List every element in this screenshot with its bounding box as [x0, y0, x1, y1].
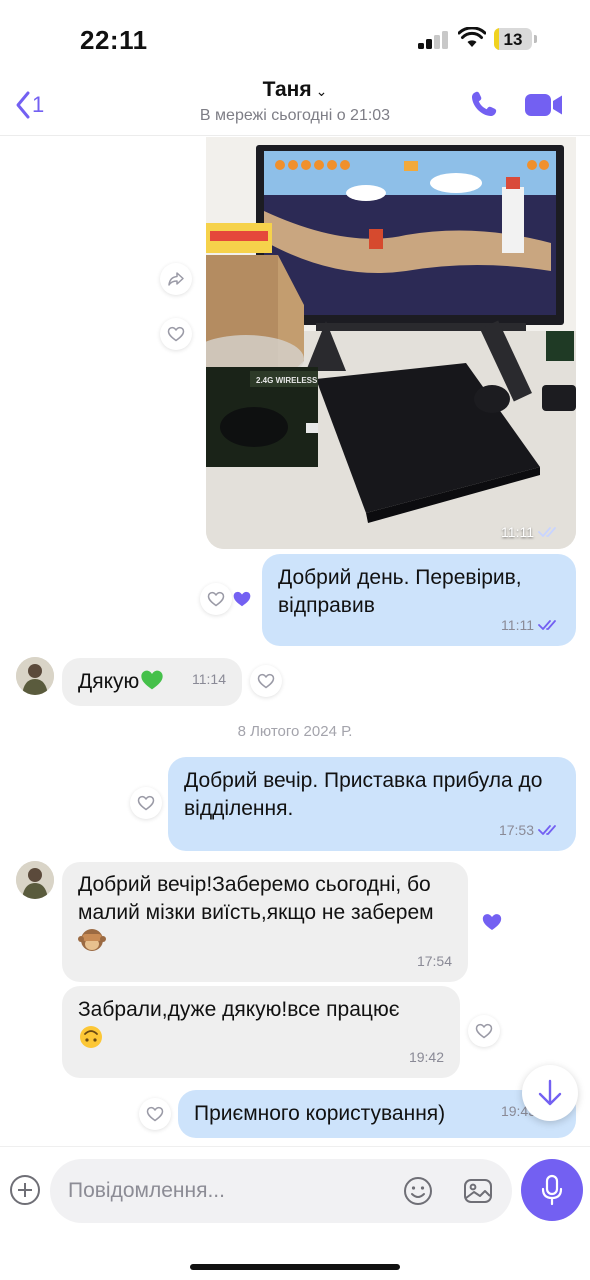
- cellular-signal-icon: [418, 31, 450, 49]
- svg-text:2.4G WIRELESS: 2.4G WIRELESS: [256, 376, 318, 385]
- forward-button[interactable]: [160, 263, 192, 295]
- contact-status: В мережі сьогодні о 21:03: [199, 107, 391, 124]
- status-bar: 22:11 13: [0, 0, 590, 74]
- message-time: 11:11: [501, 617, 534, 633]
- home-indicator: [190, 1264, 400, 1270]
- like-button[interactable]: [130, 787, 162, 819]
- incoming-message[interactable]: Добрий вечір!Заберемо сьогодні, бо малий…: [62, 862, 468, 982]
- chat-header: 1 Таня ⌄ В мережі сьогодні о 21:03: [0, 74, 590, 136]
- battery-icon: 13: [494, 28, 532, 50]
- double-check-icon: [538, 825, 556, 835]
- message-time: 19:42: [408, 1049, 444, 1065]
- photo-image: 2.4G WIRELESS: [206, 137, 576, 549]
- message-time: 11:14: [192, 671, 226, 687]
- forward-icon: [168, 272, 184, 286]
- message-text: Забрали,дуже дякую!все працює: [78, 998, 400, 1021]
- avatar[interactable]: [16, 861, 54, 899]
- arrow-down-icon: [538, 1079, 562, 1106]
- heart-filled-icon: [482, 914, 502, 930]
- plus-icon[interactable]: [10, 1175, 40, 1205]
- like-button[interactable]: [468, 1015, 500, 1047]
- message-input-box[interactable]: [50, 1159, 512, 1223]
- incoming-message[interactable]: Дякую 11:14: [62, 658, 242, 706]
- heart-icon: [475, 1023, 493, 1039]
- message-input[interactable]: [68, 1177, 388, 1205]
- outgoing-message[interactable]: Добрий день. Перевірив, відправив 11:11: [262, 554, 576, 646]
- contact-name: Таня: [262, 78, 312, 101]
- message-composer: [0, 1146, 590, 1280]
- photo-time: 11:11: [501, 524, 560, 540]
- like-button[interactable]: [139, 1098, 171, 1130]
- see-no-evil-monkey-emoji: [78, 929, 106, 951]
- double-check-icon: [538, 527, 556, 537]
- back-chevron-icon: [16, 91, 30, 119]
- sticker-icon[interactable]: [402, 1175, 434, 1207]
- heart-icon: [137, 795, 155, 811]
- heart-icon: [146, 1106, 164, 1122]
- double-check-icon: [538, 620, 556, 630]
- avatar[interactable]: [16, 657, 54, 695]
- microphone-button[interactable]: [521, 1159, 583, 1221]
- photo-message[interactable]: 2.4G WIRELESS 11:11: [206, 137, 576, 549]
- unread-count: 1: [32, 92, 45, 117]
- heart-icon: [207, 591, 225, 607]
- phone-icon[interactable]: [468, 88, 500, 120]
- contact-info[interactable]: Таня ⌄ В мережі сьогодні о 21:03: [150, 78, 440, 125]
- heart-filled-icon: [233, 591, 251, 607]
- chevron-down-icon: ⌄: [315, 83, 328, 99]
- battery-cap: [534, 35, 537, 43]
- upside-down-face-emoji: [80, 1026, 102, 1048]
- outgoing-message[interactable]: Приємного користування) 19:43: [178, 1090, 576, 1138]
- outgoing-message[interactable]: Добрий вечір. Приставка прибула до відді…: [168, 757, 576, 851]
- message-text: Добрий вечір!Заберемо сьогодні, бо малий…: [78, 873, 434, 924]
- message-time: 17:53: [498, 822, 534, 838]
- heart-icon: [167, 326, 185, 342]
- message-time: 17:54: [416, 953, 452, 969]
- video-camera-icon[interactable]: [524, 90, 564, 120]
- like-button[interactable]: [250, 665, 282, 697]
- scroll-to-bottom-button[interactable]: [522, 1065, 578, 1121]
- green-heart-emoji: [141, 670, 163, 690]
- battery-level: 13: [503, 30, 523, 49]
- message-text: Добрий вечір. Приставка прибула до відді…: [184, 769, 543, 820]
- like-button[interactable]: [200, 583, 232, 615]
- heart-icon: [257, 673, 275, 689]
- microphone-icon: [541, 1174, 563, 1206]
- date-separator: 8 Лютого 2024 Р.: [237, 723, 353, 740]
- status-time: 22:11: [80, 25, 148, 55]
- gallery-icon[interactable]: [462, 1175, 494, 1207]
- message-text: Дякую: [78, 670, 140, 693]
- back-button[interactable]: 1: [14, 88, 44, 122]
- wifi-icon: [458, 27, 486, 47]
- incoming-message[interactable]: Забрали,дуже дякую!все працює 19:42: [62, 986, 460, 1078]
- chat-area[interactable]: 2.4G WIRELESS 11:11 Добрий день. Перевір…: [0, 137, 590, 1145]
- like-button[interactable]: [160, 318, 192, 350]
